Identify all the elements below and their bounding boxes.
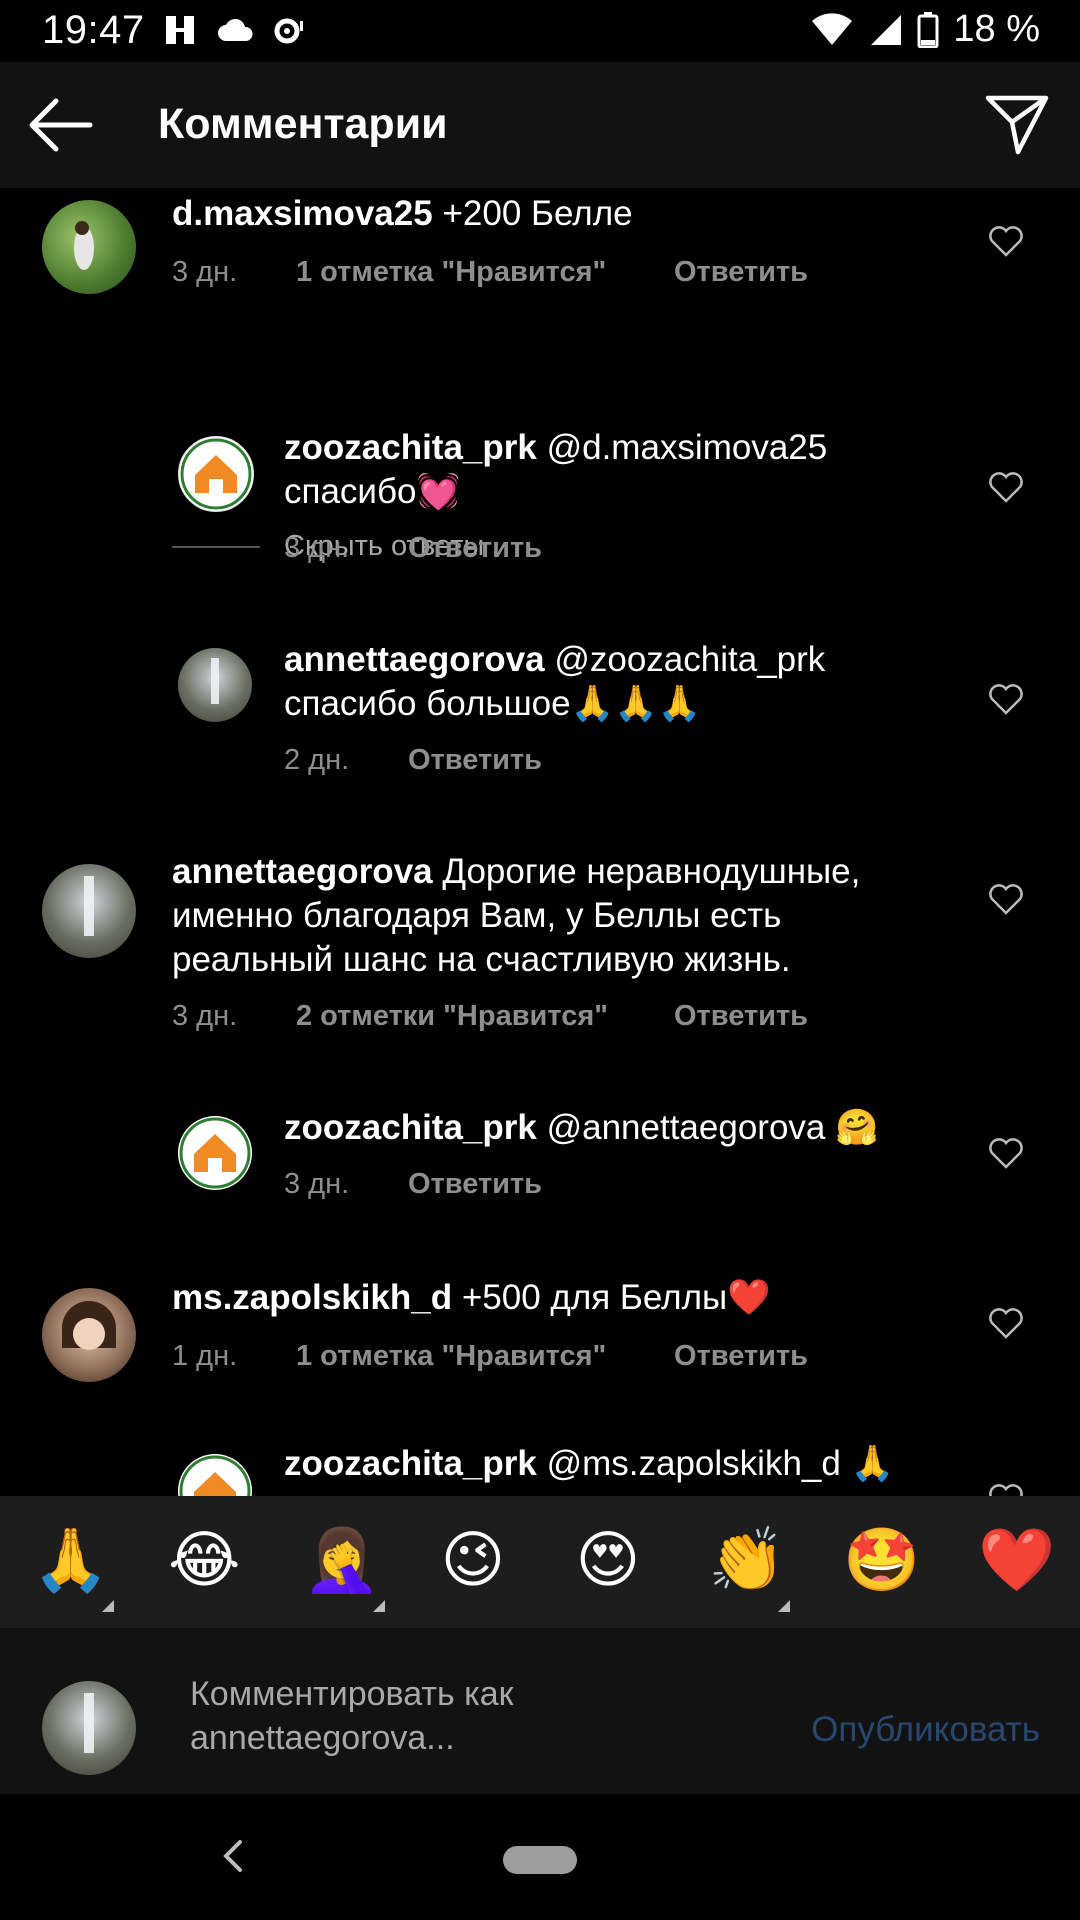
reply-button[interactable]: Ответить — [674, 1000, 808, 1033]
comment-text: annettaegorova Дорогие неравнодушные, им… — [172, 850, 932, 982]
emoji-quick-bar: 🙏 😂 🤦‍♀️ 😉 😍 👏 🤩 ❤️ — [0, 1496, 1080, 1628]
heart-icon[interactable] — [988, 682, 1024, 716]
comment-text: zoozachita_prk @annettaegorova 🤗 — [284, 1106, 924, 1150]
publish-button[interactable]: Опубликовать — [811, 1710, 1040, 1750]
emoji-facepalm[interactable]: 🤦‍♀️ — [303, 1526, 380, 1596]
comment-body: +200 Белле — [432, 194, 633, 233]
comment-body: @ms.zapolskikh_d 🙏 — [536, 1444, 895, 1483]
reply-button[interactable]: Ответить — [674, 1340, 808, 1373]
cloud-icon — [218, 18, 253, 41]
reply-button[interactable]: Ответить — [408, 1168, 542, 1201]
nav-back-icon[interactable] — [218, 1836, 248, 1876]
heart-icon[interactable] — [988, 470, 1024, 504]
comment-meta: 3 дн. Ответить — [284, 1168, 542, 1201]
avatar[interactable] — [42, 1288, 136, 1382]
heart-icon[interactable] — [988, 1306, 1024, 1340]
direct-send-icon[interactable] — [984, 92, 1050, 156]
wifi-icon — [812, 12, 853, 45]
back-arrow-icon[interactable] — [26, 92, 96, 158]
comment-text: zoozachita_prk @d.maxsimova25 спасибо💓 — [284, 426, 884, 514]
emoji-pray[interactable]: 🙏 — [32, 1526, 109, 1596]
app-notification-icon — [166, 16, 194, 44]
reply-button[interactable]: Ответить — [408, 532, 542, 565]
emoji-wink[interactable]: 😉 — [438, 1526, 508, 1596]
skin-tone-indicator — [778, 1600, 790, 1612]
comment-input[interactable]: Комментировать как annettaegorova... — [190, 1672, 750, 1760]
comment-body: @annettaegorova 🤗 — [536, 1108, 879, 1147]
comment-username[interactable]: zoozachita_prk — [284, 428, 537, 467]
avatar[interactable] — [178, 436, 254, 512]
nav-home-pill[interactable] — [503, 1846, 577, 1874]
status-time: 19:47 — [42, 8, 145, 52]
emoji-heart-eyes[interactable]: 😍 — [573, 1526, 643, 1596]
comment-username[interactable]: annettaegorova — [284, 640, 545, 679]
comment-text: ms.zapolskikh_d +500 для Беллы❤️ — [172, 1276, 932, 1320]
comments-list[interactable]: d.maxsimova25 +200 Белле 3 дн. 1 отметка… — [0, 188, 1080, 1496]
avatar[interactable] — [178, 1116, 252, 1190]
heart-icon[interactable] — [988, 882, 1024, 916]
comment-time: 3 дн. — [284, 1168, 350, 1200]
signal-icon — [871, 14, 902, 45]
comment-likes[interactable]: 1 отметка "Нравится" — [296, 256, 674, 289]
emoji-clap[interactable]: 👏 — [708, 1526, 785, 1596]
emoji-red-heart[interactable]: ❤️ — [978, 1526, 1055, 1596]
avatar[interactable] — [178, 648, 252, 722]
notification-icons — [160, 10, 306, 50]
status-bar: 19:47 18 % — [0, 0, 1080, 62]
comment-body: +500 для Беллы❤️ — [452, 1278, 771, 1317]
comment-text: zoozachita_prk @ms.zapolskikh_d 🙏 — [284, 1442, 924, 1486]
system-nav-bar — [0, 1794, 1080, 1920]
comment-meta: 1 дн. 1 отметка "Нравится" Ответить — [172, 1340, 808, 1373]
avatar[interactable] — [42, 200, 136, 294]
reply-button[interactable]: Ответить — [674, 256, 808, 289]
battery-icon — [917, 11, 939, 48]
comment-meta: 3 дн. Ответить — [284, 532, 542, 565]
skin-tone-indicator — [373, 1600, 385, 1612]
comment-time: 2 дн. — [284, 744, 350, 776]
reply-button[interactable]: Ответить — [408, 744, 542, 777]
comment-username[interactable]: annettaegorova — [172, 852, 433, 891]
heart-icon[interactable] — [988, 1136, 1024, 1170]
heart-icon[interactable] — [988, 1482, 1024, 1496]
comment-time: 3 дн. — [172, 1000, 238, 1032]
emoji-star-struck[interactable]: 🤩 — [843, 1526, 920, 1596]
emoji-laughing[interactable]: 😂 — [168, 1526, 240, 1596]
comment-text: annettaegorova @zoozachita_prk спасибо б… — [284, 638, 884, 726]
comment-username[interactable]: ms.zapolskikh_d — [172, 1278, 452, 1317]
comment-likes[interactable]: 1 отметка "Нравится" — [296, 1340, 674, 1373]
comment-likes[interactable]: 2 отметки "Нравится" — [296, 1000, 674, 1033]
heart-icon[interactable] — [988, 224, 1024, 258]
comment-text: d.maxsimova25 +200 Белле — [172, 192, 932, 236]
comment-meta: 3 дн. 1 отметка "Нравится" Ответить — [172, 256, 808, 289]
status-right: 18 % — [811, 8, 1040, 51]
comment-composer: Комментировать как annettaegorova... Опу… — [0, 1628, 1080, 1794]
avatar[interactable] — [42, 864, 136, 958]
battery-percent: 18 % — [953, 8, 1040, 50]
comment-username[interactable]: zoozachita_prk — [284, 1108, 537, 1147]
comment-time: 3 дн. — [172, 256, 238, 288]
avatar[interactable] — [178, 1454, 252, 1496]
divider — [172, 545, 260, 548]
page-title: Комментарии — [158, 100, 448, 148]
comment-time: 3 дн. — [284, 532, 350, 564]
avatar — [42, 1681, 136, 1775]
comment-meta: 2 дн. Ответить — [284, 744, 542, 777]
app-bar: Комментарии — [0, 62, 1080, 188]
comment-username[interactable]: zoozachita_prk — [284, 1444, 537, 1483]
comment-username[interactable]: d.maxsimova25 — [172, 194, 433, 233]
comment-meta: 3 дн. 2 отметки "Нравится" Ответить — [172, 1000, 808, 1033]
skin-tone-indicator — [102, 1600, 114, 1612]
sync-icon — [274, 18, 303, 44]
comment-time: 1 дн. — [172, 1340, 238, 1372]
